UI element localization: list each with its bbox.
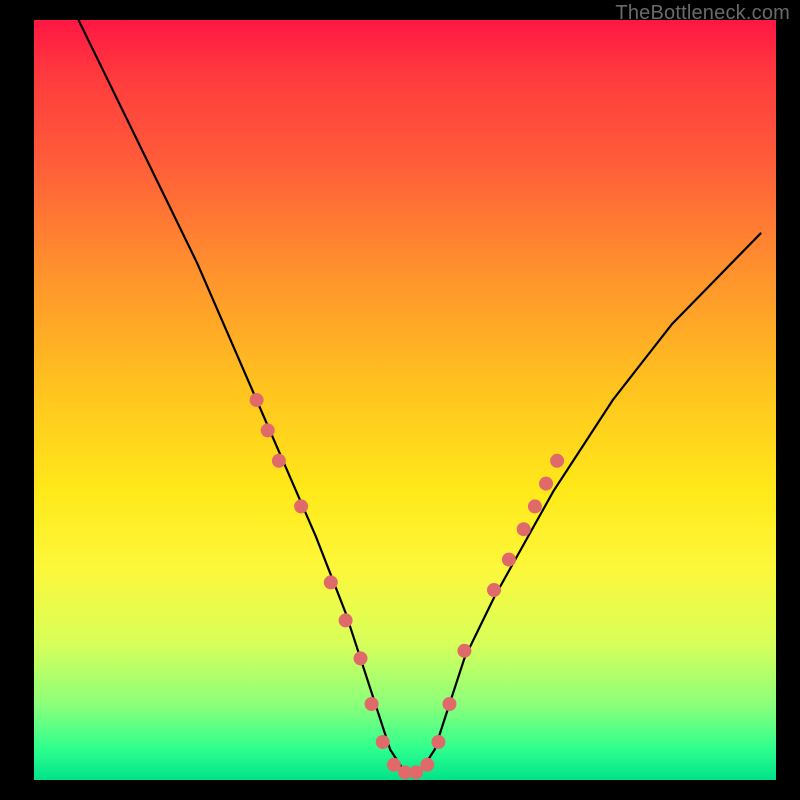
curve-marker — [517, 522, 531, 536]
curve-svg — [34, 20, 776, 780]
watermark-text: TheBottleneck.com — [615, 2, 790, 25]
curve-marker — [539, 477, 553, 491]
curve-marker — [502, 553, 516, 567]
chart-frame: TheBottleneck.com — [0, 0, 800, 800]
curve-marker — [339, 613, 353, 627]
curve-marker — [431, 735, 445, 749]
curve-marker — [272, 454, 286, 468]
curve-marker — [250, 393, 264, 407]
curve-marker — [365, 697, 379, 711]
curve-marker — [420, 758, 434, 772]
curve-marker — [487, 583, 501, 597]
curve-marker — [443, 697, 457, 711]
curve-marker — [550, 454, 564, 468]
curve-marker — [294, 499, 308, 513]
plot-area — [34, 20, 776, 780]
bottleneck-curve — [79, 20, 762, 772]
curve-markers — [250, 393, 564, 779]
curve-marker — [324, 575, 338, 589]
curve-marker — [457, 644, 471, 658]
curve-marker — [261, 423, 275, 437]
curve-marker — [376, 735, 390, 749]
curve-marker — [528, 499, 542, 513]
curve-marker — [354, 651, 368, 665]
